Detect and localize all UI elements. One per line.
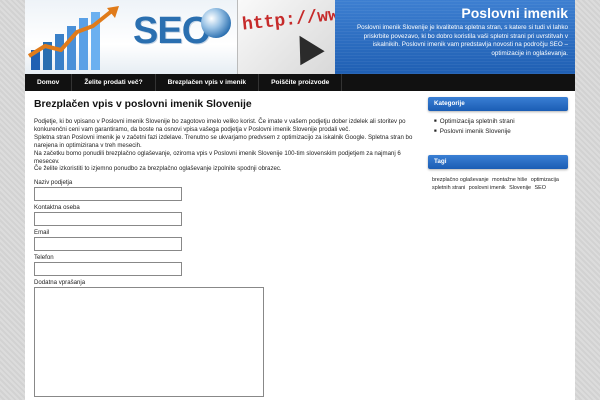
questions-textarea[interactable] — [34, 287, 264, 398]
cursor-icon — [287, 28, 325, 66]
company-name-field[interactable] — [34, 187, 182, 202]
main-content: Brezplačen vpis v poslovni imenik Sloven… — [34, 99, 424, 398]
main-nav: Domov Želite prodati več? Brezplačen vpi… — [25, 74, 575, 91]
email-field[interactable] — [34, 237, 182, 252]
header-banner: SEO http://www — [25, 0, 335, 74]
tag-link[interactable]: montažne hiše — [492, 177, 527, 183]
http-graphic-text: http://www — [241, 4, 335, 36]
phone-field[interactable] — [34, 262, 182, 277]
intro-paragraph: Podjetje, ki bo vpisano v Poslovni imeni… — [34, 118, 406, 133]
tag-link[interactable]: optimizacija — [531, 177, 559, 183]
tag-link[interactable]: Slovenije — [509, 185, 531, 191]
page-wrapper: SEO http://www Poslovni imenik Poslovni … — [25, 0, 575, 400]
category-link[interactable]: Poslovni imenik Slovenije — [434, 127, 568, 137]
sidebar: Kategorije Optimizacija spletnih strani … — [428, 97, 568, 192]
questions-label: Dodatna vprašanja — [34, 279, 86, 287]
growth-chart-icon — [27, 6, 119, 70]
intro-paragraph: Če želite izkoristiti to izjemno ponudbo… — [34, 165, 282, 173]
header: SEO http://www Poslovni imenik Poslovni … — [25, 0, 575, 74]
tags-widget: Tagi brezplačno oglaševanje montažne hiš… — [428, 154, 568, 192]
tag-link[interactable]: brezplačno oglaševanje — [432, 177, 489, 183]
http-graphic: http://www — [237, 0, 335, 74]
nav-item-brezplacen-vpis[interactable]: Brezplačen vpis v imenik — [156, 74, 260, 91]
tag-link[interactable]: poslovni imenik — [469, 185, 506, 191]
tag-cloud: brezplačno oglaševanje montažne hiše opt… — [428, 169, 568, 192]
nav-item-poiscite-proizvode[interactable]: Poiščite proizvode — [259, 74, 343, 91]
site-info: Poslovni imenik Poslovni imenik Slovenij… — [335, 0, 575, 74]
phone-label: Telefon — [34, 254, 54, 262]
nav-item-domov[interactable]: Domov — [25, 74, 73, 91]
intro-paragraph: Na začetku bomo ponudili brezplačno ogla… — [34, 149, 401, 165]
company-label: Naziv podjetja — [34, 179, 73, 187]
tag-link[interactable]: spletnih strani — [432, 185, 465, 191]
site-title[interactable]: Poslovni imenik — [342, 5, 568, 22]
categories-title: Kategorije — [428, 97, 568, 111]
contact-label: Kontaktna oseba — [34, 204, 80, 212]
site-description: Poslovni imenik Slovenije je kvalitetna … — [356, 24, 568, 57]
tags-title: Tagi — [428, 154, 568, 169]
intro-paragraph: Spletna stran Poslovni imenik je v začet… — [34, 133, 413, 149]
category-link[interactable]: Optimizacija spletnih strani — [434, 117, 568, 127]
categories-list: Optimizacija spletnih strani Poslovni im… — [428, 111, 568, 137]
seo-logo-text: SEO — [133, 10, 211, 52]
categories-widget: Kategorije Optimizacija spletnih strani … — [428, 97, 568, 137]
registration-form: Naziv podjetja Kontaktna oseba Email Tel… — [34, 179, 424, 398]
contact-person-field[interactable] — [34, 212, 182, 227]
nav-item-zelite-prodati-vec[interactable]: Želite prodati več? — [72, 74, 156, 91]
tag-link[interactable]: SEO — [535, 185, 546, 191]
globe-icon — [201, 8, 231, 38]
email-label: Email — [34, 229, 50, 237]
intro-text: Podjetje, ki bo vpisano v Poslovni imeni… — [34, 118, 424, 173]
page-title: Brezplačen vpis v poslovni imenik Sloven… — [34, 99, 252, 110]
